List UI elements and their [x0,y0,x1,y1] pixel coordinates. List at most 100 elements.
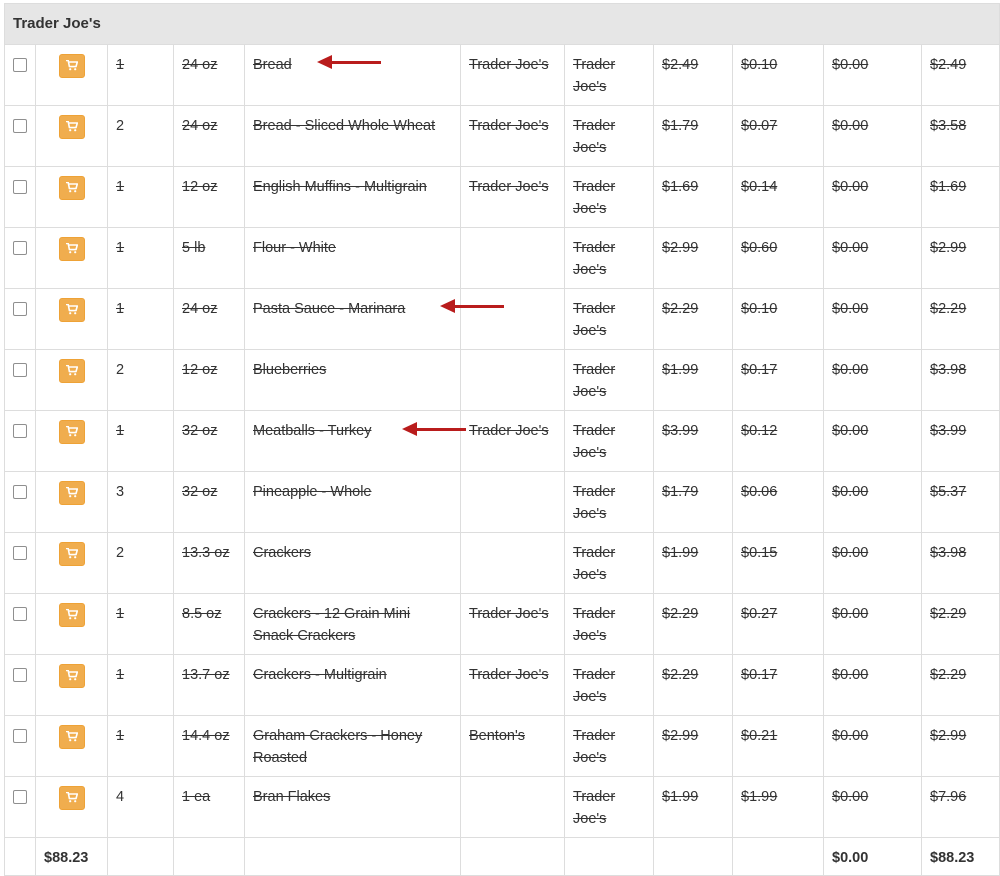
item-quantity: 1 [116,667,125,683]
item-checkbox[interactable] [13,424,27,438]
item-cart-cell [35,654,108,716]
item-checkbox-cell [4,532,36,594]
item-store-cell: Trader Joe's [564,166,654,228]
item-unit-price-cell: $0.10 [732,288,824,350]
item-store: Trader Joe's [573,301,616,339]
item-quantity-cell: 1 [107,593,174,655]
item-brand-cell: Trader Joe's [460,593,565,655]
item-total: $3.98 [930,545,967,561]
item-quantity: 2 [116,118,125,134]
item-size-cell: 24 oz [173,288,245,350]
item-name-cell: Meatballs - Turkey [244,410,461,472]
item-brand-cell: Trader Joe's [460,44,565,106]
add-to-cart-button[interactable] [58,237,85,261]
item-checkbox[interactable] [13,119,27,133]
item-total-cell: $2.29 [920,654,1000,716]
add-to-cart-button[interactable] [58,54,85,78]
item-discount: $0.00 [832,301,869,317]
item-checkbox[interactable] [13,546,27,560]
item-price: $1.99 [662,789,699,805]
item-discount: $0.00 [832,362,869,378]
item-name-cell: Bread - Sliced Whole Wheat [244,105,461,167]
footer-empty [732,837,824,876]
item-unit-price-cell: $0.17 [732,349,824,411]
item-unit-price: $1.99 [741,789,778,805]
item-quantity: 1 [116,301,125,317]
item-checkbox[interactable] [13,58,27,72]
item-cart-cell [35,166,108,228]
item-checkbox[interactable] [13,485,27,499]
item-checkbox-cell [4,776,36,838]
item-unit-price: $0.10 [741,57,778,73]
item-total-cell: $7.96 [920,776,1000,838]
item-checkbox-cell [4,410,36,472]
item-brand-cell [460,776,565,838]
item-checkbox-cell [4,44,36,106]
item-quantity: 1 [116,240,125,256]
item-price-cell: $1.79 [653,105,733,167]
item-discount: $0.00 [832,789,869,805]
item-unit-price-cell: $0.07 [732,105,824,167]
add-to-cart-button[interactable] [58,603,85,627]
item-checkbox[interactable] [13,607,27,621]
item-size: 24 oz [182,57,218,73]
add-to-cart-button[interactable] [58,725,85,749]
add-to-cart-button[interactable] [58,664,85,688]
item-unit-price: $0.14 [741,179,778,195]
item-price-cell: $2.99 [653,715,733,777]
item-brand-cell [460,471,565,533]
item-name-cell: Crackers - 12 Grain Mini Snack Crackers [244,593,461,655]
item-size-cell: 13.3 oz [173,532,245,594]
item-size: 12 oz [182,362,218,378]
list-item-row: 4 1 ea Bran Flakes Trader Joe's $1.99 $1.99 $0… [4,776,1000,838]
item-store-cell: Trader Joe's [564,532,654,594]
item-size: 5 lb [182,240,206,256]
item-checkbox[interactable] [13,241,27,255]
item-brand: Trader Joe's [469,179,549,195]
item-checkbox-cell [4,593,36,655]
item-name: Bran Flakes [253,789,331,805]
item-quantity: 2 [116,362,125,378]
item-total-cell: $3.98 [920,532,1000,594]
item-price-cell: $1.79 [653,471,733,533]
item-checkbox[interactable] [13,180,27,194]
add-to-cart-button[interactable] [58,420,85,444]
item-size-cell: 8.5 oz [173,593,245,655]
add-to-cart-button[interactable] [58,176,85,200]
item-cart-cell [35,776,108,838]
item-total-cell: $1.69 [920,166,1000,228]
item-name-cell: Pasta Sauce - Marinara [244,288,461,350]
item-brand-cell: Trader Joe's [460,105,565,167]
item-brand-cell: Trader Joe's [460,410,565,472]
add-to-cart-button[interactable] [58,115,85,139]
annotation-arrow-pasta-sauce [440,299,504,313]
item-unit-price: $0.06 [741,484,778,500]
item-checkbox-cell [4,227,36,289]
item-discount: $0.00 [832,606,869,622]
add-to-cart-button[interactable] [58,359,85,383]
item-store: Trader Joe's [573,667,616,705]
item-discount: $0.00 [832,57,869,73]
item-checkbox[interactable] [13,790,27,804]
store-group-header: Trader Joe's [3,3,1000,45]
item-discount-cell: $0.00 [823,654,922,716]
add-to-cart-button[interactable] [58,481,85,505]
item-checkbox[interactable] [13,729,27,743]
item-checkbox[interactable] [13,668,27,682]
item-checkbox[interactable] [13,302,27,316]
item-unit-price: $0.21 [741,728,778,744]
item-total-cell: $3.58 [920,105,1000,167]
item-unit-price-cell: $0.21 [732,715,824,777]
item-brand: Benton's [469,728,525,744]
list-item-row: 1 12 oz English Muffins - Multigrain Trader… [4,166,1000,228]
add-to-cart-button[interactable] [58,298,85,322]
item-total-cell: $3.98 [920,349,1000,411]
item-discount: $0.00 [832,240,869,256]
add-to-cart-button[interactable] [58,542,85,566]
item-discount: $0.00 [832,484,869,500]
item-checkbox[interactable] [13,363,27,377]
item-size-cell: 12 oz [173,349,245,411]
item-size: 14.4 oz [182,728,230,744]
item-checkbox-cell [4,166,36,228]
add-to-cart-button[interactable] [58,786,85,810]
